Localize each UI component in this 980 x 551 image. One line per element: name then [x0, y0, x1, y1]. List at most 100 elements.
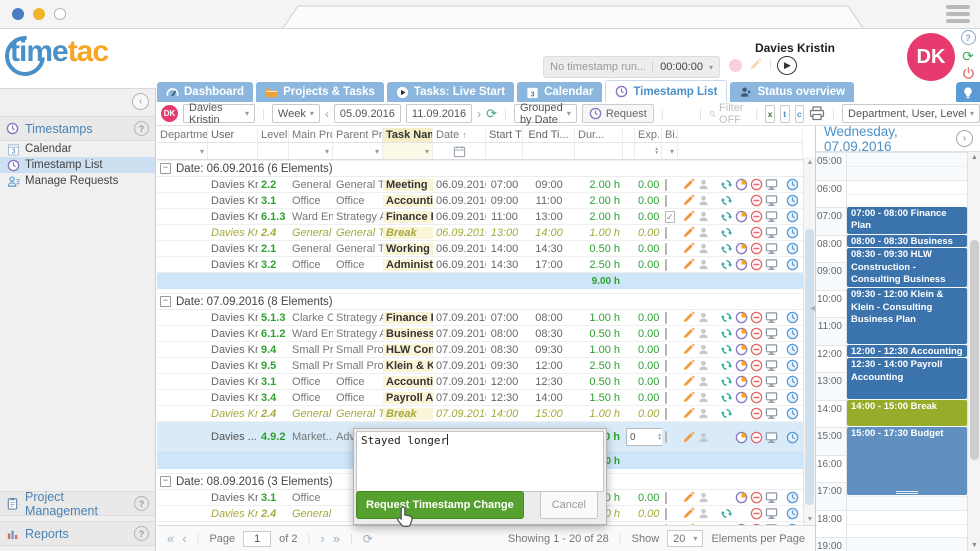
- recurring-icon[interactable]: [720, 327, 733, 340]
- edit-icon[interactable]: [682, 327, 695, 340]
- table-row[interactable]: Davies Kristin3.2OfficeOfficeAdministra.…: [157, 257, 803, 273]
- group-header[interactable]: −Date: 06.09.2016 (6 Elements): [157, 160, 803, 177]
- column-header-parent-project[interactable]: Parent Pr...: [333, 128, 383, 142]
- tab-status-overview[interactable]: Status overview: [730, 82, 854, 102]
- sidebar-item-project-management[interactable]: Project Management ?: [0, 491, 155, 516]
- table-row[interactable]: Davies Kristin2.1General Tas...General T…: [157, 241, 803, 257]
- column-header-duration[interactable]: Dur...: [575, 128, 623, 142]
- recurring-icon[interactable]: [720, 194, 733, 207]
- timestamp-icon[interactable]: [786, 327, 799, 340]
- billable-checkbox[interactable]: [665, 360, 667, 372]
- table-row[interactable]: Davies Kristin9.5Small Proje...Small Pro…: [157, 358, 803, 374]
- request-button[interactable]: Request: [582, 104, 654, 123]
- terminal-icon[interactable]: [765, 327, 778, 340]
- billable-checkbox[interactable]: [665, 312, 667, 324]
- timestamp-icon[interactable]: [786, 194, 799, 207]
- help-icon[interactable]: ?: [134, 526, 149, 541]
- terminal-icon[interactable]: [765, 359, 778, 372]
- print-icon[interactable]: [809, 106, 825, 121]
- remove-icon[interactable]: [750, 311, 763, 324]
- hamburger-menu-icon[interactable]: [946, 5, 970, 23]
- calendar-event[interactable]: 14:00 - 15:00 Break: [847, 400, 967, 427]
- remove-icon[interactable]: [750, 194, 763, 207]
- duration-clock-icon[interactable]: [735, 258, 748, 271]
- page-input[interactable]: 1: [243, 531, 271, 547]
- resize-handle-icon[interactable]: [896, 490, 918, 494]
- edit-icon[interactable]: [682, 491, 695, 504]
- filter-level[interactable]: [258, 143, 289, 159]
- remove-icon[interactable]: [750, 359, 763, 372]
- collapse-group-icon[interactable]: −: [160, 296, 171, 307]
- table-row[interactable]: Davies Kristin9.4Small Proje...Small Pro…: [157, 342, 803, 358]
- recurring-icon[interactable]: [720, 258, 733, 271]
- billable-checkbox[interactable]: [665, 492, 667, 504]
- terminal-icon[interactable]: [765, 431, 778, 444]
- calendar-event[interactable]: 12:00 - 12:30 Accounting &: [847, 345, 967, 358]
- request-timestamp-change-button[interactable]: Request Timestamp Change: [356, 491, 524, 519]
- scroll-down-icon[interactable]: ▼: [968, 542, 980, 549]
- help-icon[interactable]: ?: [134, 496, 149, 511]
- billable-checkbox[interactable]: [665, 431, 667, 443]
- billable-checkbox[interactable]: [665, 328, 667, 340]
- date-from-input[interactable]: 05.09.2016: [334, 104, 401, 123]
- column-header-task-name[interactable]: Task Name: [383, 128, 433, 142]
- expenses-stepper[interactable]: 0▴▾: [626, 428, 662, 446]
- help-icon[interactable]: ?: [134, 121, 149, 136]
- edit-icon[interactable]: [682, 407, 695, 420]
- filter-date[interactable]: [433, 143, 486, 159]
- edit-icon[interactable]: [682, 431, 695, 444]
- recurring-icon[interactable]: [720, 391, 733, 404]
- terminal-icon[interactable]: [765, 507, 778, 520]
- column-header-date[interactable]: Date ↑: [433, 128, 486, 142]
- timestamp-icon[interactable]: [786, 431, 799, 444]
- cancel-button[interactable]: Cancel: [540, 491, 598, 519]
- billable-checkbox[interactable]: [665, 408, 667, 420]
- first-page-button[interactable]: «: [167, 531, 174, 546]
- assign-user-icon[interactable]: [697, 391, 710, 404]
- table-row[interactable]: Davies Kristin6.1.2Ward EnergyStrategy A…: [157, 326, 803, 342]
- remove-icon[interactable]: [750, 375, 763, 388]
- terminal-icon[interactable]: [765, 343, 778, 356]
- avatar[interactable]: DK: [907, 33, 955, 81]
- billable-checkbox[interactable]: [665, 508, 667, 520]
- edit-icon[interactable]: [682, 375, 695, 388]
- column-header-billable[interactable]: Bi...: [662, 128, 678, 142]
- remove-icon[interactable]: [750, 226, 763, 239]
- filter-main-project[interactable]: ▾: [289, 143, 333, 159]
- filter-billable[interactable]: ▾: [662, 143, 678, 159]
- next-page-button[interactable]: ›: [320, 531, 324, 546]
- reload-icon[interactable]: ⟳: [486, 106, 497, 122]
- calendar-event[interactable]: 15:00 - 17:30 Budget: [847, 427, 967, 495]
- edit-icon[interactable]: [682, 507, 695, 520]
- table-row[interactable]: Davies Kristin2.4General Tas...General T…: [157, 406, 803, 422]
- user-select[interactable]: Davies Kristin▾: [183, 104, 255, 123]
- duration-clock-icon[interactable]: [735, 375, 748, 388]
- duration-clock-icon[interactable]: [735, 210, 748, 223]
- calendar-event[interactable]: 08:30 - 09:30 HLW Construction - Consult…: [847, 248, 967, 287]
- filter-department[interactable]: ▾: [157, 143, 208, 159]
- timestamp-icon[interactable]: [786, 359, 799, 372]
- remove-icon[interactable]: [750, 210, 763, 223]
- filter-end-time[interactable]: [523, 143, 575, 159]
- recurring-icon[interactable]: [720, 407, 733, 420]
- timestamp-icon[interactable]: [786, 210, 799, 223]
- filter-button[interactable]: Filter OFF: [709, 102, 748, 126]
- table-row[interactable]: Davies Kristin3.1OfficeOfficeAccountin..…: [157, 374, 803, 390]
- remove-icon[interactable]: [750, 491, 763, 504]
- next-period-button[interactable]: ›: [477, 107, 481, 121]
- collapse-group-icon[interactable]: −: [160, 163, 171, 174]
- table-row[interactable]: Davies Kristin5.1.3Clarke Cons...Strateg…: [157, 310, 803, 326]
- remove-icon[interactable]: [750, 327, 763, 340]
- grouping-select[interactable]: Grouped by Date▾: [514, 104, 577, 123]
- collapse-group-icon[interactable]: −: [160, 476, 171, 487]
- duration-clock-icon[interactable]: [735, 311, 748, 324]
- remove-icon[interactable]: [750, 242, 763, 255]
- timestamp-icon[interactable]: [786, 343, 799, 356]
- assign-user-icon[interactable]: [697, 491, 710, 504]
- reload-icon[interactable]: ⟳: [363, 532, 373, 546]
- help-icon[interactable]: ?: [961, 30, 976, 45]
- assign-user-icon[interactable]: [697, 178, 710, 191]
- columns-select[interactable]: Department, User, Level, M▾: [842, 104, 980, 123]
- column-header-user[interactable]: User: [208, 128, 258, 142]
- duration-clock-icon[interactable]: [735, 343, 748, 356]
